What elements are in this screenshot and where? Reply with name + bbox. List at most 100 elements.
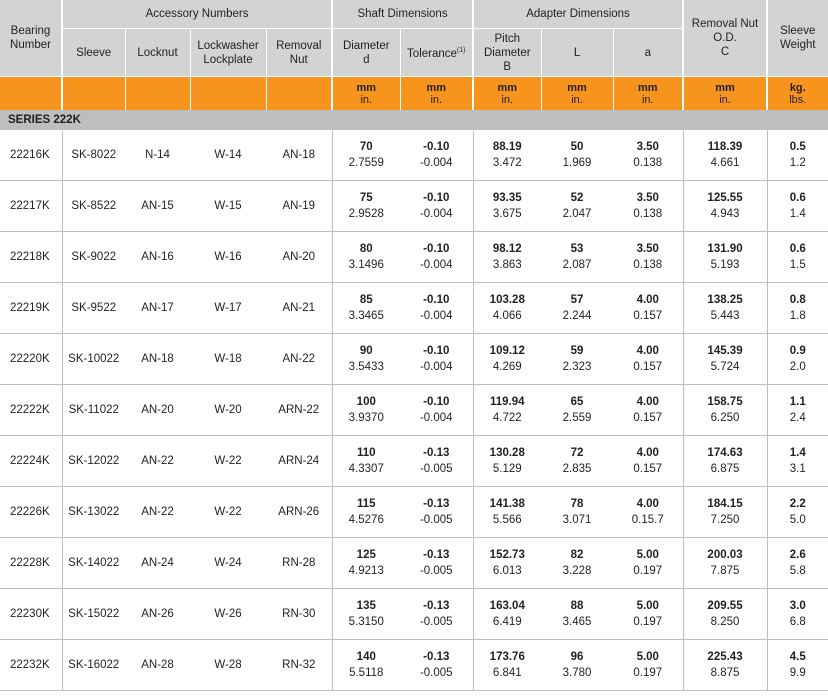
cell-diameter-metric: 125	[356, 549, 376, 561]
header-removal-nut-od-symbol: C	[720, 46, 730, 58]
cell-l: 52 2.047	[541, 180, 614, 232]
cell-sleeve: SK-9522	[62, 282, 125, 334]
unit-cell-l: mm in.	[541, 76, 614, 110]
table-row: 22232K SK-16022 AN-28 W-28 RN-32 140 5.5118 -0.…	[0, 639, 828, 691]
cell-a-metric: 3.50	[636, 243, 659, 255]
cell-pitch-diameter-imperial: 3.863	[492, 259, 522, 271]
cell-removal-nut-od-imperial: 7.250	[710, 514, 740, 526]
cell-a-imperial: 0.197	[633, 667, 663, 679]
cell-diameter-metric: 75	[359, 192, 373, 204]
cell-a-metric: 4.00	[636, 345, 659, 357]
cell-pitch-diameter-metric: 163.04	[489, 600, 525, 612]
cell-tolerance-imperial: -0.005	[419, 616, 453, 628]
cell-diameter: 80 3.1496	[332, 231, 401, 283]
cell-diameter-metric: 135	[356, 600, 376, 612]
cell-tolerance-metric: -0.13	[423, 651, 450, 663]
cell-tolerance: -0.13 -0.005	[400, 537, 474, 589]
cell-l-imperial: 2.559	[562, 412, 592, 424]
cell-pitch-diameter-metric: 130.28	[489, 447, 525, 459]
cell-tolerance-imperial: -0.004	[419, 259, 453, 271]
cell-removal-nut: ARN-22	[266, 384, 333, 436]
cell-locknut: AN-15	[125, 180, 190, 232]
cell-sleeve-weight-metric: 2.2	[789, 498, 806, 510]
cell-a: 3.50 0.138	[613, 231, 684, 283]
cell-sleeve-weight-metric: 0.6	[789, 192, 806, 204]
cell-removal-nut-od-imperial: 4.943	[710, 208, 740, 220]
cell-sleeve-weight: 0.6 1.4	[767, 180, 828, 232]
cell-tolerance: -0.10 -0.004	[400, 231, 474, 283]
cell-tolerance: -0.10 -0.004	[400, 180, 474, 232]
cell-sleeve: SK-10022	[62, 333, 125, 385]
cell-sleeve-weight-metric: 0.5	[789, 141, 806, 153]
cell-pitch-diameter-imperial: 4.722	[492, 412, 522, 424]
cell-a: 3.50 0.138	[613, 180, 684, 232]
cell-tolerance-metric: -0.10	[423, 345, 450, 357]
header-pitch-diameter: Pitch Diameter B	[473, 28, 542, 77]
cell-diameter-metric: 70	[359, 141, 373, 153]
cell-l: 88 3.465	[541, 588, 614, 640]
cell-tolerance-metric: -0.13	[423, 549, 450, 561]
cell-a-metric: 4.00	[636, 294, 659, 306]
cell-removal-nut-od-metric: 184.15	[707, 498, 743, 510]
cell-sleeve-weight-imperial: 2.4	[789, 412, 806, 424]
cell-pitch-diameter: 141.38 5.566	[473, 486, 542, 538]
header-lockwasher-lockplate: Lockwasher Lockplate	[190, 28, 267, 77]
cell-pitch-diameter-imperial: 6.841	[492, 667, 522, 679]
cell-locknut: AN-28	[125, 639, 190, 691]
cell-a-metric: 5.00	[636, 549, 659, 561]
cell-sleeve-weight-imperial: 1.4	[789, 208, 806, 220]
cell-l-imperial: 2.835	[562, 463, 592, 475]
cell-lockwasher: W-22	[190, 486, 266, 538]
cell-bearing-number: 22220K	[0, 333, 63, 385]
header-diameter-symbol: d	[363, 53, 370, 66]
cell-removal-nut-od: 174.63 6.875	[683, 435, 768, 487]
cell-a: 5.00 0.197	[613, 588, 684, 640]
cell-tolerance: -0.10 -0.004	[400, 130, 474, 181]
units-row: mm in. mm in. mm in. mm in. mm in. mm in. kg. l…	[0, 76, 828, 110]
cell-sleeve-weight-metric: 0.8	[789, 294, 806, 306]
cell-diameter: 90 3.5433	[332, 333, 401, 385]
cell-sleeve-weight-metric: 1.4	[789, 447, 806, 459]
cell-diameter-imperial: 4.5276	[348, 514, 384, 526]
cell-a-metric: 3.50	[636, 192, 659, 204]
cell-a: 4.00 0.157	[613, 435, 684, 487]
cell-removal-nut-od-metric: 225.43	[707, 651, 743, 663]
cell-removal-nut: AN-22	[266, 333, 333, 385]
cell-l-imperial: 3.071	[562, 514, 592, 526]
cell-l-metric: 59	[570, 345, 584, 357]
cell-l-imperial: 1.969	[562, 157, 592, 169]
cell-a-imperial: 0.157	[633, 310, 663, 322]
cell-sleeve-weight: 0.5 1.2	[767, 130, 828, 181]
cell-sleeve-weight: 4.5 9.9	[767, 639, 828, 691]
cell-l: 53 2.087	[541, 231, 614, 283]
header-adapter-dimensions: Adapter Dimensions	[473, 0, 685, 29]
cell-tolerance-imperial: -0.005	[419, 565, 453, 577]
header-l: L	[541, 28, 614, 77]
cell-a: 5.00 0.197	[613, 537, 684, 589]
cell-removal-nut-od-imperial: 6.875	[710, 463, 740, 475]
cell-removal-nut-od-metric: 145.39	[707, 345, 743, 357]
unit-cell-empty	[266, 76, 334, 110]
cell-bearing-number: 22218K	[0, 231, 63, 283]
cell-a-metric: 3.50	[636, 141, 659, 153]
cell-sleeve: SK-14022	[62, 537, 125, 589]
cell-bearing-number: 22217K	[0, 180, 63, 232]
cell-l-imperial: 3.465	[562, 616, 592, 628]
cell-diameter-metric: 80	[359, 243, 373, 255]
cell-a-imperial: 0.197	[633, 616, 663, 628]
table-row: 22226K SK-13022 AN-22 W-22 ARN-26 115 4.5276 -0…	[0, 486, 828, 538]
table-row: 22220K SK-10022 AN-18 W-18 AN-22 90 3.5433 -0.1…	[0, 333, 828, 385]
cell-diameter-imperial: 2.9528	[348, 208, 384, 220]
cell-a-imperial: 0.138	[633, 208, 663, 220]
table-row: 22222K SK-11022 AN-20 W-20 ARN-22 100 3.9370 -0…	[0, 384, 828, 436]
cell-diameter-imperial: 5.3150	[348, 616, 384, 628]
cell-diameter: 85 3.3465	[332, 282, 401, 334]
cell-diameter-metric: 140	[356, 651, 376, 663]
cell-sleeve-weight-imperial: 1.2	[789, 157, 806, 169]
cell-tolerance-metric: -0.13	[423, 600, 450, 612]
cell-sleeve: SK-13022	[62, 486, 125, 538]
cell-sleeve-weight-metric: 2.6	[789, 549, 806, 561]
cell-pitch-diameter-metric: 103.28	[489, 294, 525, 306]
cell-sleeve-weight-metric: 3.0	[789, 600, 806, 612]
cell-pitch-diameter: 163.04 6.419	[473, 588, 542, 640]
